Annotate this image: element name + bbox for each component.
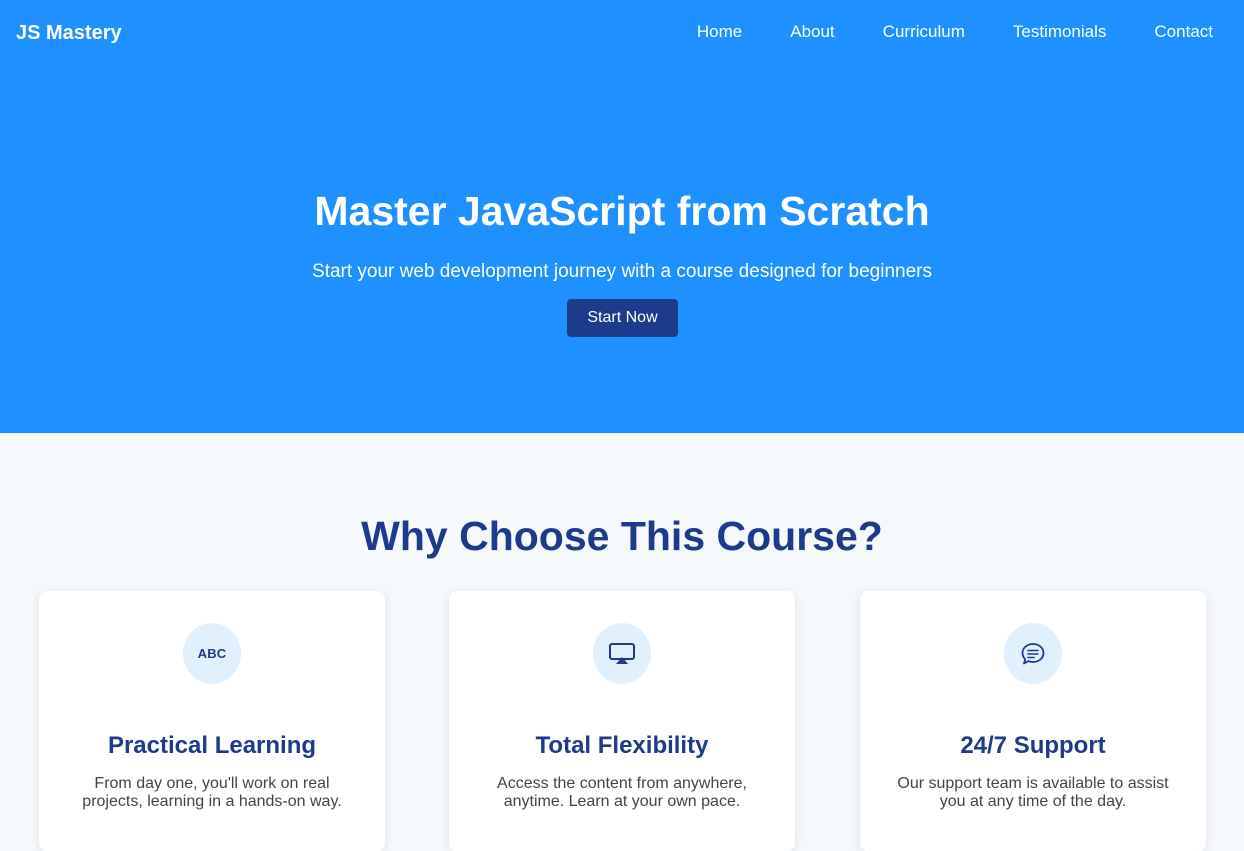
feature-card-title: Practical Learning [107,732,317,759]
hero-section: JS Mastery Home About Curriculum Testimo… [0,0,1244,433]
screen-cast-icon [593,623,651,684]
nav-link-testimonials[interactable]: Testimonials [1013,22,1107,42]
hero-title: Master JavaScript from Scratch [314,188,930,234]
chat-bubble-icon-svg [1021,642,1045,664]
nav-link-contact[interactable]: Contact [1154,22,1213,42]
feature-card-practical-learning: ABC Practical Learning From day one, you… [39,591,385,851]
feature-card-text: From day one, you'll work on real projec… [82,775,342,810]
nav-link-curriculum[interactable]: Curriculum [883,22,965,42]
nav-link-home[interactable]: Home [697,22,742,42]
abc-icon: ABC [183,623,241,684]
feature-card-total-flexibility: Total Flexibility Access the content fro… [449,591,795,851]
hero-subtitle: Start your web development journey with … [312,261,932,282]
brand-logo[interactable]: JS Mastery [16,21,122,45]
feature-card-title: Total Flexibility [535,732,709,759]
screen-cast-icon-svg [609,642,635,664]
main-nav: Home About Curriculum Testimonials Conta… [697,22,1213,42]
abc-icon-text: ABC [197,646,227,661]
chat-bubble-icon [1004,623,1062,684]
feature-card-title: 24/7 Support [960,732,1106,759]
feature-card-support: 24/7 Support Our support team is availab… [860,591,1206,851]
start-now-button[interactable]: Start Now [567,299,678,337]
nav-link-about[interactable]: About [790,22,834,42]
feature-card-text: Our support team is available to assist … [897,775,1169,810]
features-title: Why Choose This Course? [361,513,883,559]
feature-card-text: Access the content from anywhere, anytim… [497,775,747,810]
